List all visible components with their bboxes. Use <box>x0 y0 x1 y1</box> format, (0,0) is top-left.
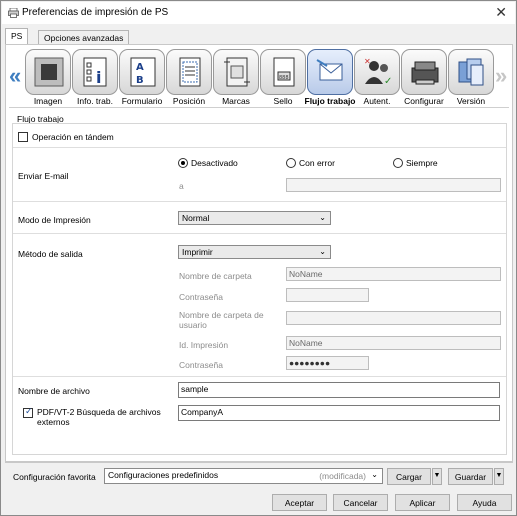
tool-job-info[interactable]: i <box>72 49 118 95</box>
help-button[interactable]: Ayuda <box>457 494 512 511</box>
cancel-button[interactable]: Cancelar <box>333 494 388 511</box>
tool-form[interactable]: A B <box>119 49 165 95</box>
svg-text:i: i <box>96 68 101 87</box>
output-method-label: Método de salida <box>18 249 83 259</box>
close-icon[interactable]: ✕ <box>495 4 507 21</box>
favorites-select[interactable]: Configuraciones predefinidos (modificada… <box>104 468 383 484</box>
print-password-field[interactable]: ●●●●●●●● <box>286 356 369 370</box>
workflow-icon <box>316 59 343 81</box>
save-button[interactable]: Guardar <box>448 468 493 485</box>
stamp-icon: 888 <box>273 57 295 87</box>
job-info-icon: i <box>83 57 107 87</box>
print-preferences-window: Preferencias de impresión de PS ✕ PS Opc… <box>0 0 517 516</box>
divider <box>5 462 513 463</box>
print-mode-value: Normal <box>182 213 210 223</box>
email-option-off-label: Desactivado <box>191 158 238 168</box>
chevron-down-icon: ⌄ <box>319 247 326 256</box>
window-title: Preferencias de impresión de PS <box>22 7 169 18</box>
pdf-search-label: PDF/VT-2 Búsqueda de archivos externos <box>37 407 161 427</box>
load-button[interactable]: Cargar <box>387 468 431 485</box>
print-mode-select[interactable]: Normal ⌄ <box>178 211 331 225</box>
tool-authentication[interactable]: ✕ ✓ <box>354 49 400 95</box>
scroll-right-icon[interactable]: » <box>495 63 507 89</box>
tab-label: PS <box>11 31 23 41</box>
divider <box>13 233 506 234</box>
svg-text:✓: ✓ <box>384 76 392 87</box>
password-label: Contraseña <box>179 292 223 302</box>
print-id-field[interactable]: NoName <box>286 336 501 350</box>
save-dropdown-icon[interactable]: ▼ <box>494 468 504 485</box>
svg-text:✕: ✕ <box>364 57 371 66</box>
ok-button[interactable]: Aceptar <box>272 494 327 511</box>
password-field[interactable] <box>286 288 369 302</box>
email-option-error-label: Con error <box>299 158 335 168</box>
tool-configure[interactable] <box>401 49 447 95</box>
position-icon <box>179 57 201 87</box>
favorites-value: Configuraciones predefinidos <box>108 470 219 480</box>
folder-name-label: Nombre de carpeta <box>179 271 252 281</box>
tool-version[interactable] <box>448 49 494 95</box>
version-icon <box>458 58 484 86</box>
printer-icon <box>8 8 19 18</box>
chevron-down-icon: ⌄ <box>319 213 326 222</box>
pdf-search-field[interactable]: CompanyA <box>178 405 500 421</box>
filename-label: Nombre de archivo <box>18 386 90 396</box>
chevron-down-icon: ⌄ <box>371 470 378 479</box>
divider <box>13 376 506 377</box>
print-id-label: Id. Impresión <box>179 340 229 350</box>
print-mode-label: Modo de Impresión <box>18 215 91 225</box>
tool-workflow[interactable] <box>307 49 353 95</box>
divider <box>13 201 506 202</box>
output-method-select[interactable]: Imprimir ⌄ <box>178 245 331 259</box>
configure-icon <box>411 61 439 85</box>
toolbar-divider <box>9 107 509 108</box>
tool-stamp[interactable]: 888 <box>260 49 306 95</box>
user-folder-field[interactable] <box>286 311 501 325</box>
svg-text:B: B <box>136 75 144 86</box>
image-icon <box>34 57 64 87</box>
folder-name-field[interactable]: NoName <box>286 267 501 281</box>
favorites-modified: (modificada) <box>319 471 366 481</box>
tandem-label: Operación en tándem <box>32 132 114 142</box>
load-dropdown-icon[interactable]: ▼ <box>432 468 442 485</box>
svg-text:888: 888 <box>279 75 289 81</box>
user-folder-label: Nombre de carpeta de usuario <box>179 310 264 330</box>
authentication-icon: ✕ ✓ <box>364 57 392 87</box>
marks-icon <box>224 57 250 87</box>
form-icon: A B <box>130 57 156 87</box>
title-bar: Preferencias de impresión de PS ✕ <box>2 2 515 24</box>
email-label: Enviar E-mail <box>18 171 69 181</box>
tandem-checkbox[interactable] <box>18 132 28 142</box>
email-to-field[interactable] <box>286 178 501 192</box>
tab-ps[interactable]: PS <box>5 28 29 45</box>
divider <box>13 147 506 148</box>
tool-marks[interactable] <box>213 49 259 95</box>
email-radio-always[interactable] <box>393 158 403 168</box>
filename-field[interactable]: sample <box>178 382 500 398</box>
svg-text:A: A <box>136 62 144 73</box>
favorites-label: Configuración favorita <box>13 472 96 482</box>
tab-advanced-options[interactable]: Opciones avanzadas <box>38 30 130 45</box>
email-radio-off[interactable] <box>178 158 188 168</box>
tab-label: Opciones avanzadas <box>44 33 124 43</box>
print-password-label: Contraseña <box>179 360 223 370</box>
email-to-label: a <box>179 181 184 191</box>
apply-button[interactable]: Aplicar <box>395 494 450 511</box>
email-radio-on-error[interactable] <box>286 158 296 168</box>
tool-label-version: Versión <box>456 96 486 106</box>
tool-position[interactable] <box>166 49 212 95</box>
tool-image[interactable] <box>25 49 71 95</box>
email-option-always-label: Siempre <box>406 158 438 168</box>
output-method-value: Imprimir <box>182 247 213 257</box>
scroll-left-icon[interactable]: « <box>9 63 21 89</box>
pdf-search-checkbox[interactable] <box>23 406 33 418</box>
